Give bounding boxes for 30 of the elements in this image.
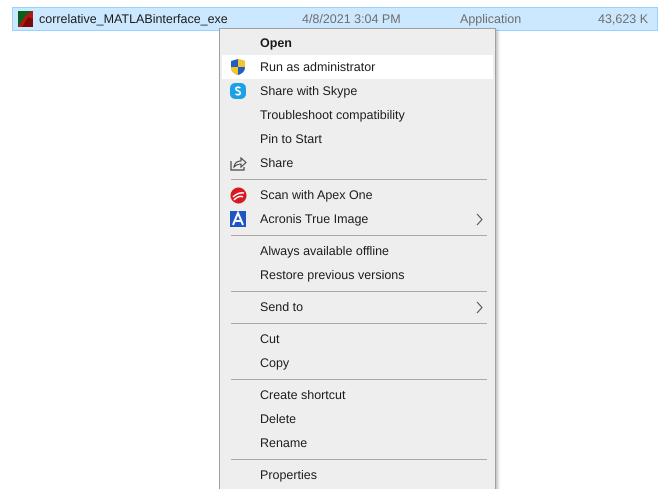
menu-item[interactable]: Cut: [222, 327, 493, 351]
menu-item[interactable]: Share with Skype: [222, 79, 493, 103]
chevron-right-icon: [476, 212, 483, 226]
menu-item[interactable]: Copy: [222, 351, 493, 375]
menu-item[interactable]: Acronis True Image: [222, 207, 493, 231]
menu-item[interactable]: Delete: [222, 407, 493, 431]
file-row[interactable]: correlative_MATLABinterface_exe 4/8/2021 3:04 PM Application 43,623 K: [12, 7, 658, 31]
letter-a-icon: [230, 211, 246, 227]
menu-item[interactable]: Create shortcut: [222, 383, 493, 407]
chat-s-icon: [230, 83, 246, 99]
chevron-right-icon: [476, 300, 483, 314]
share-icon: [230, 156, 247, 170]
menu-item[interactable]: Share: [222, 151, 493, 175]
menu-item[interactable]: Scan with Apex One: [222, 183, 493, 207]
file-date: 4/8/2021 3:04 PM: [302, 12, 402, 26]
file-name: correlative_MATLABinterface_exe: [39, 12, 229, 26]
menu-item[interactable]: Rename: [222, 431, 493, 455]
shield-icon: [230, 58, 246, 76]
menu-item[interactable]: Properties: [222, 463, 493, 487]
menu-item[interactable]: Open: [222, 31, 493, 55]
menu-item[interactable]: Run as administrator: [222, 55, 493, 79]
file-type: Application: [460, 12, 522, 26]
menu-item[interactable]: Always available offline: [222, 239, 493, 263]
menu-item[interactable]: Restore previous versions: [222, 263, 493, 287]
menu-item[interactable]: Troubleshoot compatibility: [222, 103, 493, 127]
application-icon: [18, 11, 33, 27]
file-size: 43,623 K: [598, 12, 648, 26]
menu-item[interactable]: Pin to Start: [222, 127, 493, 151]
menu-item[interactable]: Send to: [222, 295, 493, 319]
ball-logo-icon: [230, 186, 247, 204]
